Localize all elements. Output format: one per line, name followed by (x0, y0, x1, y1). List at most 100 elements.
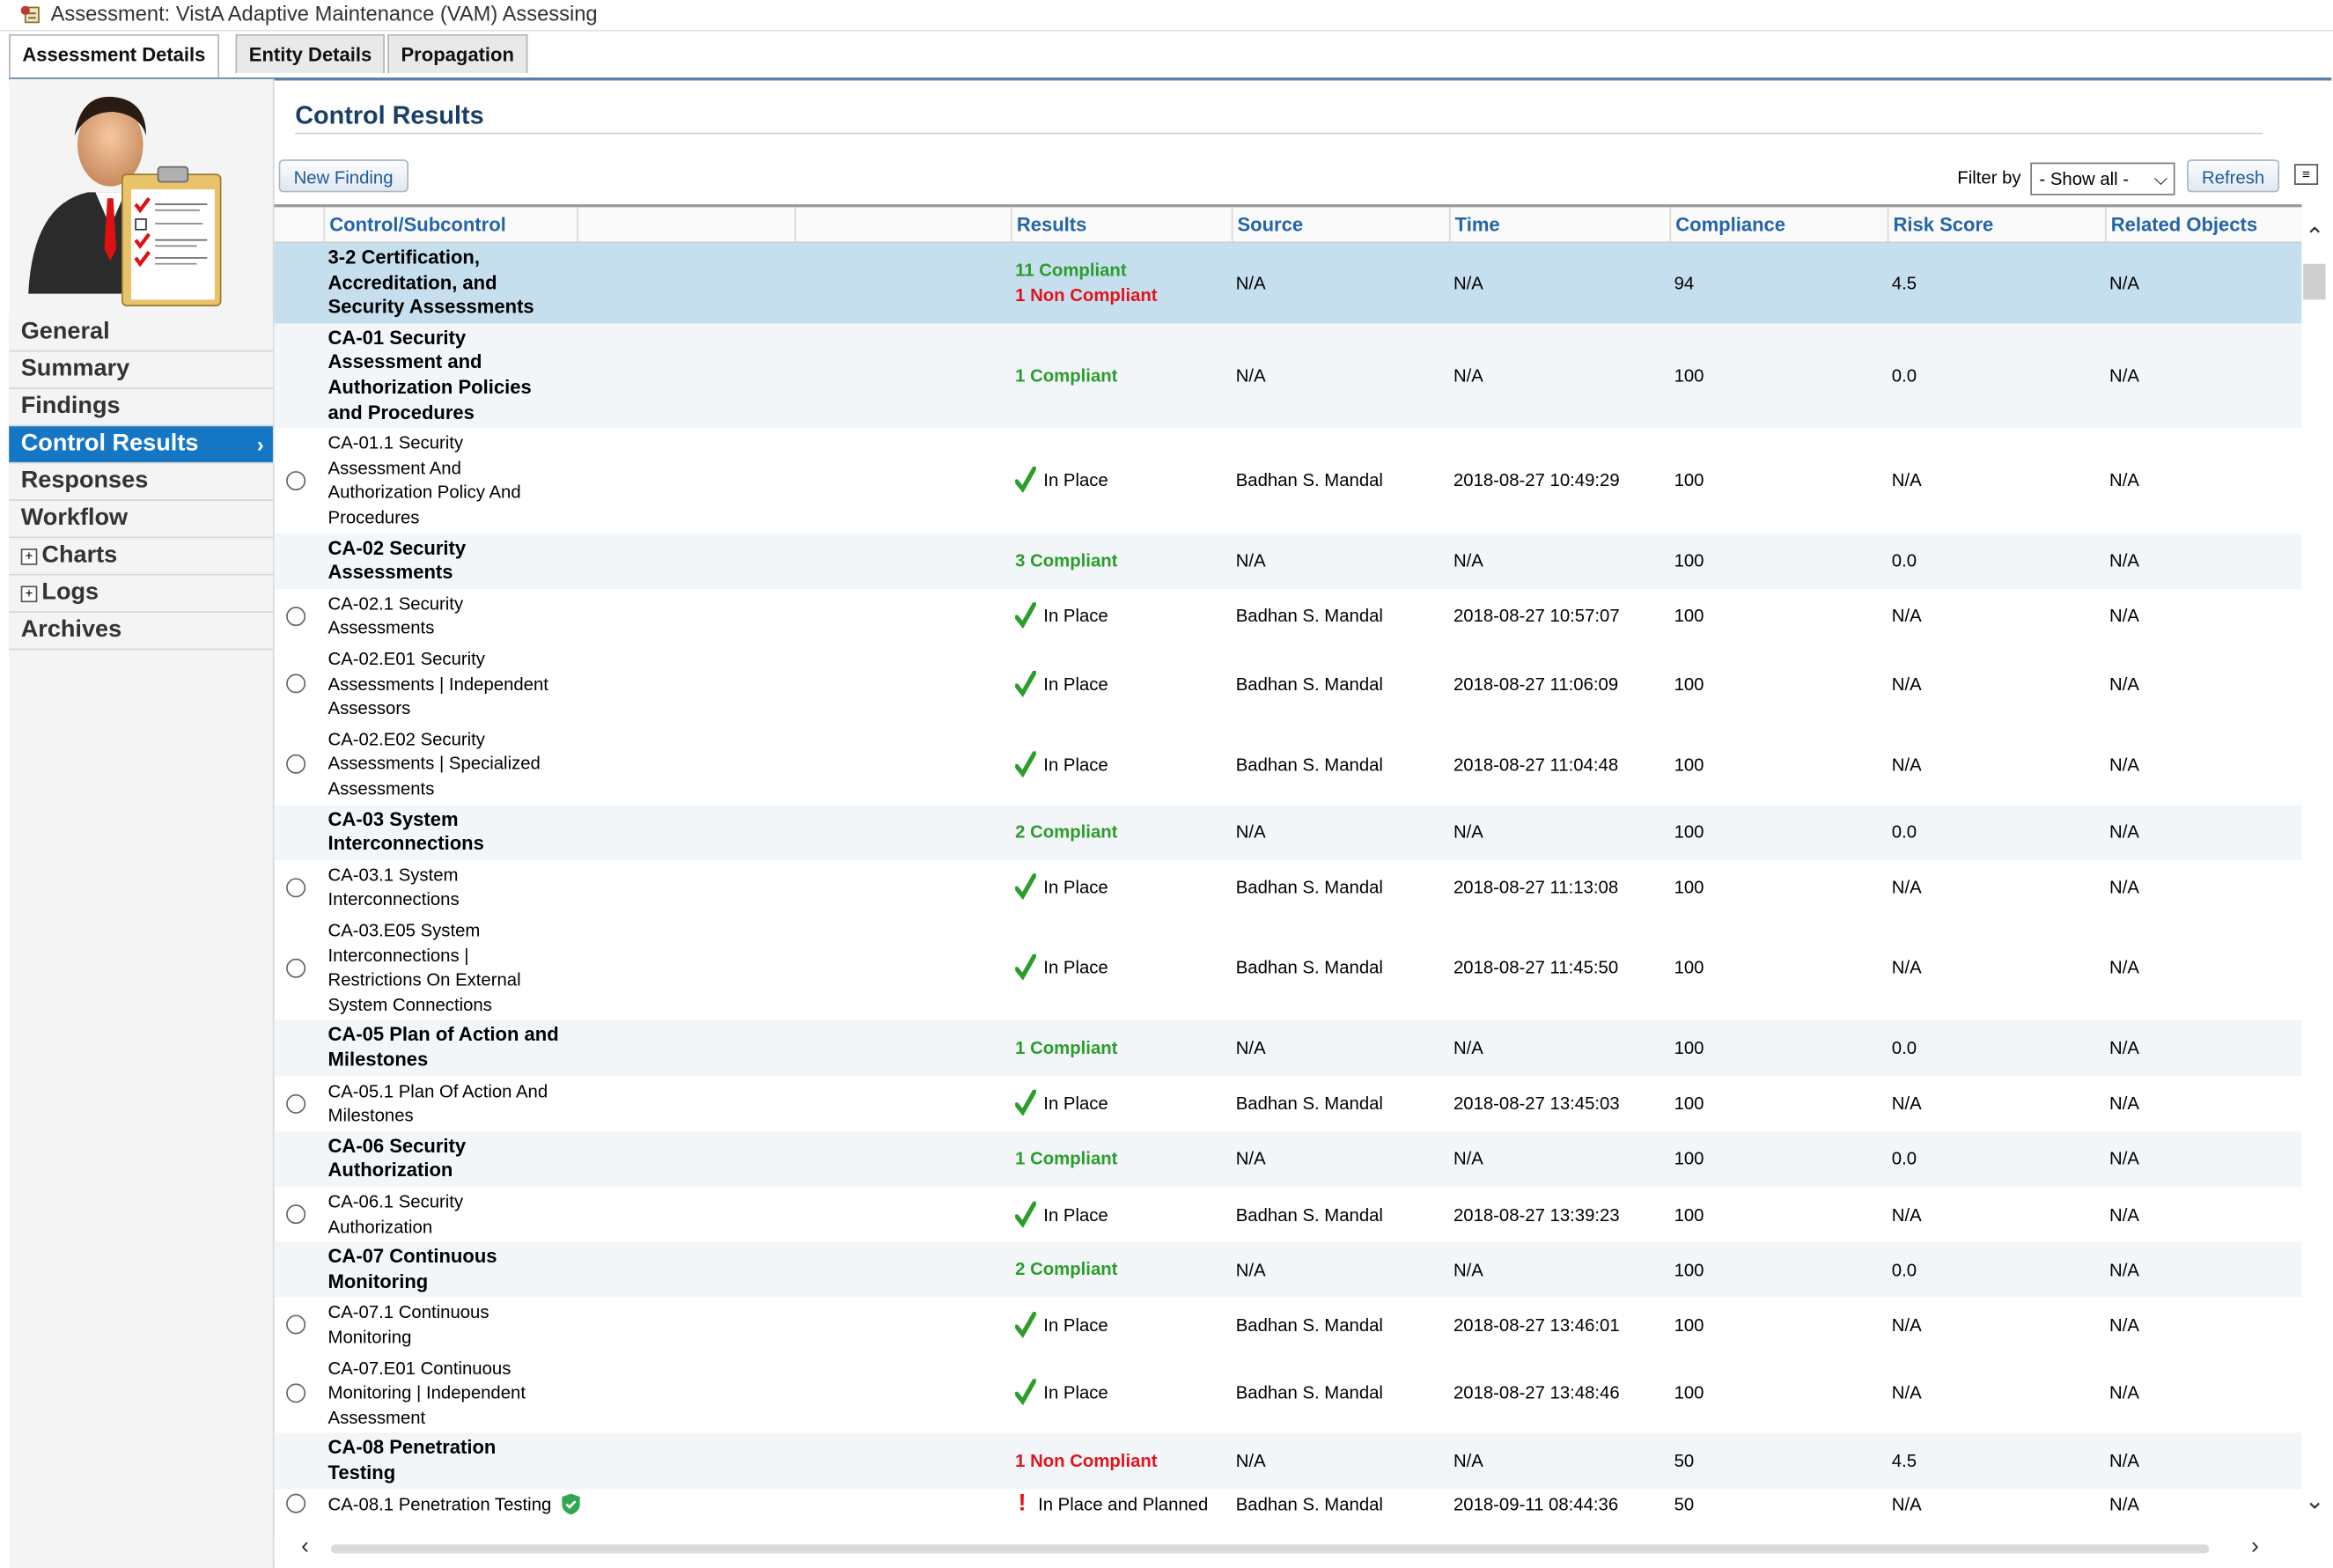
subcontrol-row[interactable]: CA-01.1 Security Assessment And Authorizat… (275, 428, 2302, 533)
expand-plus-icon[interactable]: + (20, 548, 38, 565)
sidebar-item-workflow[interactable]: Workflow (9, 500, 273, 539)
subcontrol-row[interactable]: CA-07.1 Continuous Monitoring In Place Badh… (275, 1298, 2302, 1353)
horizontal-scrollbar[interactable]: ‹ › (274, 1534, 2302, 1564)
control-row[interactable]: CA-07 Continuous Monitoring 2 Compliant N/A… (274, 1241, 2302, 1298)
subcontrol-row[interactable]: CA-05.1 Plan Of Action And Milestones In P… (275, 1076, 2302, 1131)
row-select-radio[interactable] (286, 755, 306, 775)
subcontrol-row[interactable]: CA-08.1 Penetration Testing! In Place and… (275, 1489, 2302, 1520)
related-objects-cell: N/A (2109, 550, 2139, 571)
sidebar-nav: General Summary Findings Control Results… (9, 314, 273, 651)
row-select-radio[interactable] (286, 470, 306, 490)
subcontrol-row[interactable]: CA-03.1 System Interconnections In Place Ba… (275, 860, 2302, 916)
sidebar-item-logs[interactable]: + Logs (9, 575, 273, 613)
sidebar-item-archives[interactable]: Archives (9, 612, 273, 651)
result-text: In Place (1043, 1314, 1108, 1336)
column-header-results[interactable]: Results (1011, 207, 1232, 242)
row-select-radio[interactable] (286, 606, 306, 627)
control-row[interactable]: 3-2 Certification, Accreditation, and Secu… (274, 243, 2302, 324)
control-name: CA-02.E01 Security Assessments | Independ… (328, 644, 597, 725)
compliant-count[interactable]: 11 Compliant (1015, 258, 1157, 283)
control-name-line: CA-06.1 Security (328, 1190, 464, 1212)
row-select-radio[interactable] (286, 1383, 306, 1403)
row-select-radio[interactable] (286, 878, 306, 898)
sidebar-item-summary[interactable]: Summary (9, 351, 273, 389)
sidebar-item-charts[interactable]: + Charts (9, 538, 273, 576)
column-header-risk-score[interactable]: Risk Score (1887, 207, 2105, 242)
result-text: In Place (1043, 957, 1108, 979)
control-row[interactable]: CA-03 System Interconnections 2 Compliant N… (274, 804, 2302, 860)
control-row[interactable]: CA-05 Plan of Action and Milestones 1 Comp… (274, 1020, 2302, 1076)
compliant-count[interactable]: 1 Compliant (1015, 1146, 1117, 1171)
time-cell: 2018-08-27 10:49:29 (1453, 470, 1620, 491)
control-name-line: Assessment And (328, 457, 461, 479)
sidebar-item-general[interactable]: General (9, 314, 273, 352)
scroll-right-icon[interactable]: › (2251, 1534, 2259, 1560)
subcontrol-row[interactable]: CA-02.E02 Security Assessments | Speciali… (275, 725, 2302, 805)
control-name: CA-03.1 System Interconnections (328, 860, 597, 916)
column-header-compliance[interactable]: Compliance (1669, 207, 1887, 242)
sidebar-item-findings[interactable]: Findings (9, 388, 273, 427)
control-row[interactable]: CA-01 Security Assessment and Authorizatio… (274, 323, 2302, 429)
control-name-line: CA-02 Security (328, 535, 467, 559)
time-cell: N/A (1453, 1259, 1483, 1281)
subcontrol-row[interactable]: CA-02.E01 Security Assessments | Independ… (275, 644, 2302, 725)
compliance-cell: 100 (1674, 1148, 1704, 1170)
sidebar-item-label: Findings (20, 394, 121, 419)
row-select-radio[interactable] (286, 1315, 306, 1336)
related-objects-cell: N/A (2109, 674, 2139, 695)
new-finding-button[interactable]: New Finding (278, 159, 408, 193)
compliant-count[interactable]: 2 Compliant (1015, 820, 1117, 844)
subcontrol-row[interactable]: CA-06.1 Security Authorization In Place Bad… (275, 1187, 2302, 1242)
column-header-source[interactable]: Source (1231, 207, 1449, 242)
refresh-button[interactable]: Refresh (2187, 159, 2280, 193)
related-objects-cell: N/A (2109, 1382, 2139, 1404)
control-row[interactable]: CA-06 Security Authorization 1 Compliant N/… (274, 1130, 2302, 1187)
row-select-radio[interactable] (286, 958, 306, 978)
subcontrol-row[interactable]: CA-03.E05 System Interconnections | Restri… (275, 916, 2302, 1020)
source-cell: Badhan S. Mandal (1235, 470, 1383, 491)
tab-entity-details[interactable]: Entity Details (235, 33, 386, 73)
noncompliant-count[interactable]: 1 Non Compliant (1015, 283, 1157, 308)
row-select-radio[interactable] (286, 1494, 306, 1514)
source-cell: N/A (1235, 364, 1266, 386)
control-name-line: Assessments (328, 560, 453, 584)
tab-assessment-details[interactable]: Assessment Details (9, 33, 219, 78)
scrollbar-thumb[interactable] (330, 1544, 2210, 1554)
filter-select[interactable]: - Show all - ⌵ (2030, 162, 2175, 195)
subcontrol-row[interactable]: CA-07.E01 Continuous Monitoring | Indepen… (275, 1353, 2302, 1433)
result-text: In Place and Planned (1038, 1493, 1209, 1515)
control-name: CA-03.E05 System Interconnections | Restri… (328, 916, 597, 1020)
column-header-control[interactable]: Control/Subcontrol (323, 207, 577, 242)
scroll-down-icon[interactable]: ⌄ (2305, 1486, 2325, 1516)
row-select-radio[interactable] (286, 674, 306, 695)
control-row[interactable]: CA-02 Security Assessments 3 Compliant N/A N… (274, 533, 2302, 589)
compliant-count[interactable]: 1 Compliant (1015, 364, 1117, 388)
scroll-left-icon[interactable]: ‹ (301, 1534, 309, 1560)
control-name-line: and Procedures (328, 400, 475, 423)
subcontrol-row[interactable]: CA-02.1 Security Assessments In Place Badha… (275, 589, 2302, 644)
sidebar-item-control-results[interactable]: Control Results › (9, 426, 273, 464)
column-header-related-objects[interactable]: Related Objects (2104, 207, 2302, 242)
result-cell: In Place (1015, 1353, 1236, 1433)
expand-plus-icon[interactable]: + (20, 585, 38, 603)
compliant-count[interactable]: 3 Compliant (1015, 548, 1117, 573)
noncompliant-count[interactable]: 1 Non Compliant (1015, 1448, 1157, 1473)
compliant-count[interactable]: 1 Compliant (1015, 1035, 1117, 1060)
row-select-radio[interactable] (286, 1093, 306, 1114)
title-bar: Assessment: VistA Adaptive Maintenance (… (0, 0, 2333, 32)
row-select-radio[interactable] (286, 1204, 306, 1225)
source-cell: Badhan S. Mandal (1235, 674, 1383, 695)
column-chooser-icon[interactable]: ≡ (2293, 164, 2319, 185)
vertical-scrollbar[interactable]: ⌃ ⌄ (2301, 203, 2330, 1535)
column-header-time[interactable]: Time (1448, 207, 1670, 242)
related-objects-cell: N/A (2109, 1259, 2139, 1281)
sidebar-item-responses[interactable]: Responses (9, 463, 273, 501)
warning-exclamation-icon: ! (1018, 1491, 1027, 1516)
scrollbar-thumb[interactable] (2303, 263, 2326, 300)
check-icon (1015, 1312, 1036, 1338)
control-row[interactable]: CA-08 Penetration Testing 1 Non Compliant N… (274, 1432, 2302, 1489)
compliant-count[interactable]: 2 Compliant (1015, 1257, 1117, 1282)
risk-score-cell: N/A (1891, 470, 1922, 491)
scroll-up-icon[interactable]: ⌃ (2305, 222, 2325, 252)
tab-propagation[interactable]: Propagation (387, 33, 528, 73)
